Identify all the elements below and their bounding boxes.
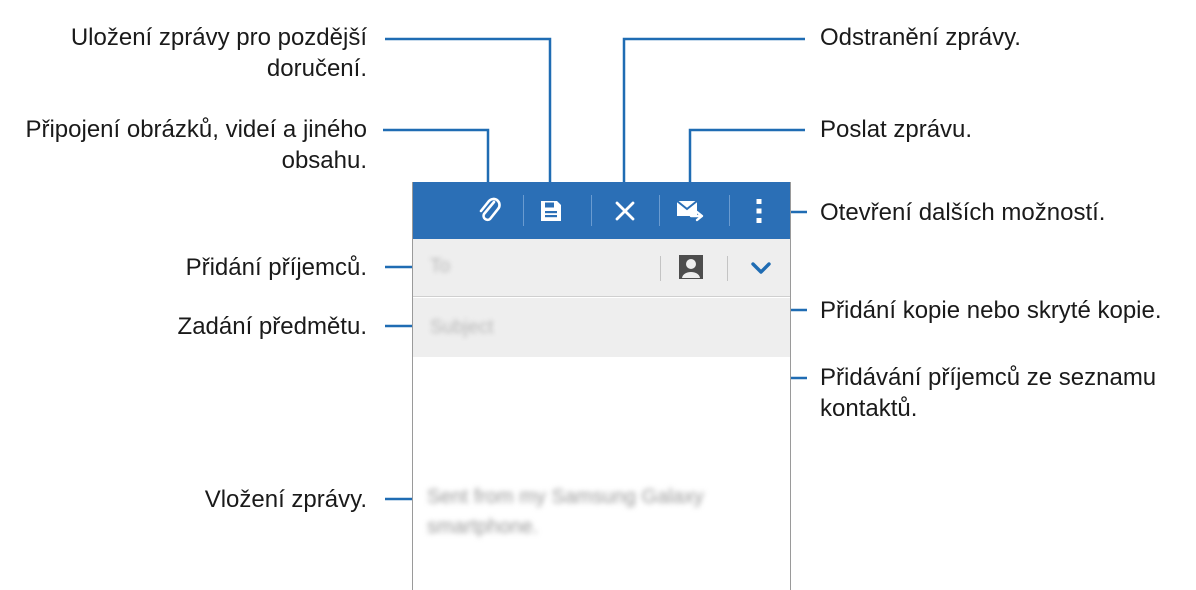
action-separator <box>729 195 730 226</box>
subject-field[interactable]: Subject <box>413 298 790 357</box>
to-field[interactable]: To <box>413 239 790 297</box>
annotation-delete: Odstranění zprávy. <box>820 24 1021 51</box>
annotation-subject: Zadání předmětu. <box>177 313 367 340</box>
annotation-attach-line2: obsahu. <box>281 147 367 174</box>
attach-button[interactable] <box>469 182 511 239</box>
more-vertical-icon <box>756 198 762 223</box>
discard-button[interactable] <box>605 182 645 239</box>
annotation-cc-bcc: Přidání kopie nebo skryté kopie. <box>820 297 1162 324</box>
more-options-button[interactable] <box>745 182 773 239</box>
annotation-save-line2: doručení. <box>266 55 367 82</box>
save-button[interactable] <box>531 182 571 239</box>
chevron-down-icon <box>751 262 771 274</box>
send-button[interactable] <box>669 182 711 239</box>
subject-placeholder: Subject <box>430 317 494 338</box>
cc-bcc-expand-button[interactable] <box>749 257 773 279</box>
floppy-disk-icon <box>541 200 561 221</box>
action-separator <box>591 195 592 226</box>
action-separator <box>659 195 660 226</box>
action-separator <box>523 195 524 226</box>
annotation-contacts-line1: Přidávání příjemců ze seznamu <box>820 364 1157 391</box>
field-separator <box>660 256 661 281</box>
action-bar <box>413 182 790 239</box>
annotation-contacts: Přidávání příjemců ze seznamu kontaktů. <box>820 362 1156 424</box>
close-icon <box>615 201 635 220</box>
email-compose-screen: To Subject Sent from my Samsung Galaxy s… <box>412 182 791 590</box>
annotation-save-line1: Uložení zprávy pro pozdější <box>70 24 367 51</box>
annotation-send: Poslat zprávu. <box>820 116 973 143</box>
annotation-more-options: Otevření dalších možností. <box>820 199 1106 226</box>
annotation-attach-line1: Připojení obrázků, videí a jiného <box>25 116 367 143</box>
to-placeholder: To <box>430 256 451 277</box>
annotation-add-recipients: Přidání příjemců. <box>185 254 367 281</box>
annotation-save: Uložení zprávy pro pozdější doručení. <box>71 22 367 84</box>
annotation-contacts-line2: kontaktů. <box>820 395 918 422</box>
paperclip-icon <box>479 197 501 221</box>
annotation-attach: Připojení obrázků, videí a jiného obsahu… <box>25 114 367 176</box>
contacts-button[interactable] <box>677 253 705 281</box>
message-body[interactable]: Sent from my Samsung Galaxy smartphone. <box>427 482 767 542</box>
contact-card-icon <box>679 255 703 279</box>
annotation-enter-message: Vložení zprávy. <box>204 486 367 513</box>
send-mail-icon <box>676 199 704 221</box>
field-separator <box>727 256 728 281</box>
